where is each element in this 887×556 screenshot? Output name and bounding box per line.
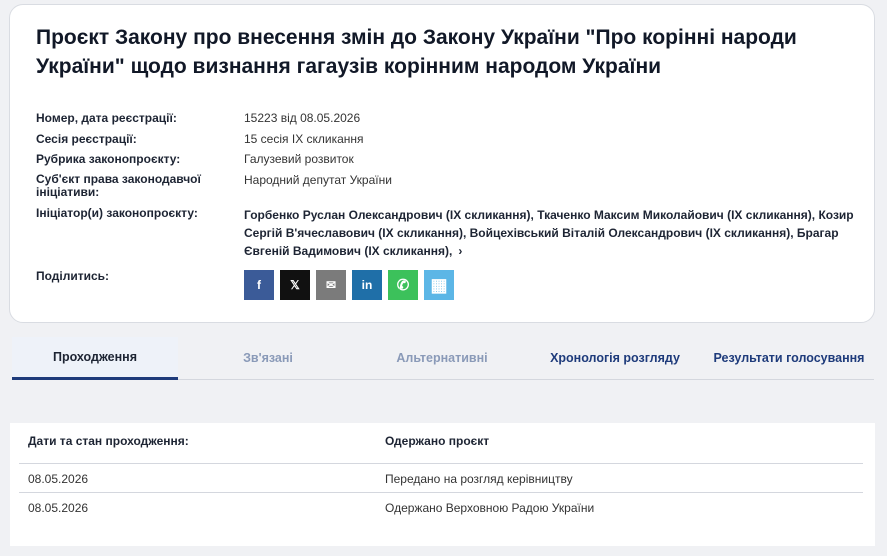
detail-label: Суб'єкт права законодавчої ініціативи: [36,172,201,199]
share-qr-button[interactable]: ▦ [424,270,454,300]
share-label: Поділитись: [36,269,110,283]
linkedin-icon: in [361,278,373,292]
tab-passage[interactable]: Проходження [12,337,178,380]
table-row: 08.05.2026 Одержано Верховною Радою Укра… [10,493,875,522]
whatsapp-icon: ✆ [396,277,410,294]
bill-card: Проєкт Закону про внесення змін до Закон… [9,4,875,323]
table-row: 08.05.2026 Передано на розгляд керівницт… [10,464,875,493]
row-date: 08.05.2026 [28,501,89,515]
detail-label: Рубрика законопроєкту: [36,152,181,166]
x-twitter-icon: 𝕏 [290,278,300,292]
detail-value: Галузевий розвиток [244,152,354,166]
column-header-dates: Дати та стан проходження: [28,434,189,448]
share-facebook-button[interactable]: f [244,270,274,300]
detail-value: 15223 від 08.05.2026 [244,111,361,125]
tab-voting-results[interactable]: Результати голосування [704,337,874,379]
detail-label: Ініціатор(и) законопроєкту: [36,206,198,220]
initiators-text: Горбенко Руслан Олександрович (IX склика… [244,208,854,258]
email-icon: ✉ [325,278,337,292]
tab-related[interactable]: Зв'язані [190,337,346,379]
bill-title: Проєкт Закону про внесення змін до Закон… [36,26,797,78]
share-x-button[interactable]: 𝕏 [280,270,310,300]
detail-label: Номер, дата реєстрації: [36,111,177,125]
tab-alternatives[interactable]: Альтернативні [360,337,524,379]
share-buttons: f 𝕏 ✉ in ✆ ▦ [244,270,454,300]
table-header: Дати та стан проходження: Одержано проєк… [10,423,875,463]
row-status: Передано на розгляд керівництву [385,472,573,486]
tab-chronology[interactable]: Хронологія розгляду [538,337,692,379]
facebook-icon: f [257,278,261,292]
row-date: 08.05.2026 [28,472,89,486]
detail-value: Народний депутат України [244,173,392,187]
share-whatsapp-button[interactable]: ✆ [388,270,418,300]
initiators-list: Горбенко Руслан Олександрович (IX склика… [244,206,859,260]
share-linkedin-button[interactable]: in [352,270,382,300]
tabs-bar: Проходження Зв'язані Альтернативні Хроно… [0,337,887,381]
column-header-status: Одержано проєкт [385,434,490,448]
passage-table: Дати та стан проходження: Одержано проєк… [10,423,875,546]
detail-label: Сесія реєстрації: [36,132,137,146]
qr-code-icon: ▦ [430,274,448,295]
chevron-right-icon[interactable]: › [458,242,462,260]
row-status: Одержано Верховною Радою України [385,501,595,515]
detail-value: 15 сесія IX скликання [244,132,364,146]
share-email-button[interactable]: ✉ [316,270,346,300]
